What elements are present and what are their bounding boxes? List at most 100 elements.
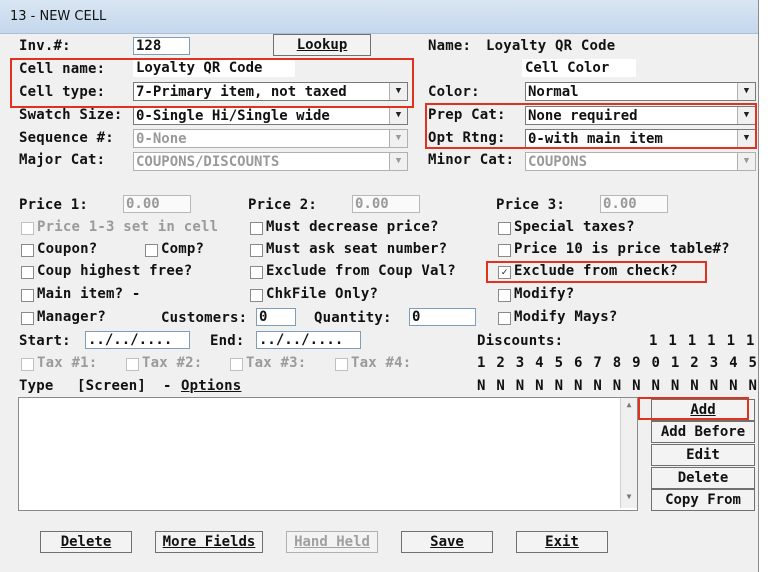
discount-ones-digit: 5 bbox=[554, 355, 563, 371]
tax1-checkbox[interactable] bbox=[21, 358, 34, 371]
cell-type-select[interactable]: 7-Primary item, not taxed ▼ bbox=[133, 82, 408, 101]
discount-ones-digit: 8 bbox=[612, 355, 622, 371]
customers-field[interactable]: 0 bbox=[256, 308, 296, 326]
modify-label: Modify? bbox=[514, 286, 575, 302]
discount-ones-digit: 3 bbox=[709, 355, 719, 371]
discount-flag[interactable]: N bbox=[652, 378, 671, 394]
end-date-field[interactable]: ../../.... bbox=[256, 331, 361, 349]
coupon-checkbox[interactable] bbox=[21, 244, 34, 257]
must-decrease-checkbox[interactable] bbox=[250, 222, 263, 235]
discount-flag[interactable]: N bbox=[613, 378, 632, 394]
list-header-options: Options bbox=[181, 378, 242, 394]
tax3-checkbox[interactable] bbox=[230, 358, 243, 371]
delete-option-button[interactable]: Delete bbox=[651, 467, 755, 489]
inv-number-field[interactable]: 128 bbox=[133, 37, 190, 55]
modify-checkbox[interactable] bbox=[498, 289, 511, 302]
options-list-scrollbar[interactable]: ▲ ▼ bbox=[620, 398, 637, 508]
discount-flag[interactable]: N bbox=[729, 378, 748, 394]
chevron-down-icon: ▼ bbox=[737, 83, 755, 100]
scroll-up-icon[interactable]: ▲ bbox=[621, 400, 637, 414]
prep-cat-select[interactable]: None required ▼ bbox=[525, 106, 756, 125]
chkfile-checkbox[interactable] bbox=[250, 289, 263, 302]
swatch-size-value: 0-Single Hi/Single wide bbox=[136, 108, 330, 124]
discount-tens-digit: 1 bbox=[668, 333, 677, 349]
main-item-checkbox[interactable] bbox=[21, 289, 34, 302]
discount-tens-digit: 1 bbox=[649, 333, 658, 349]
exclude-check-checkbox[interactable]: ✓ bbox=[498, 266, 511, 279]
opt-rtng-select[interactable]: 0-with main item ▼ bbox=[525, 129, 756, 148]
minor-cat-label: Minor Cat: bbox=[428, 152, 515, 168]
discount-flag[interactable]: N bbox=[574, 378, 593, 394]
tax2-label: Tax #2: bbox=[142, 355, 203, 371]
swatch-size-select[interactable]: 0-Single Hi/Single wide ▼ bbox=[133, 106, 408, 125]
background-strip bbox=[759, 0, 768, 572]
coup-highest-label: Coup highest free? bbox=[37, 263, 193, 279]
must-ask-seat-checkbox[interactable] bbox=[250, 244, 263, 257]
exclude-coup-checkbox[interactable] bbox=[250, 266, 263, 279]
end-label: End: bbox=[210, 333, 245, 349]
discount-flag[interactable]: N bbox=[477, 378, 496, 394]
discount-flag[interactable]: N bbox=[593, 378, 612, 394]
sequence-value: 0-None bbox=[136, 131, 187, 147]
list-header-type: Type bbox=[19, 378, 54, 394]
cell-color-field[interactable]: Cell Color bbox=[522, 59, 636, 77]
discount-flag[interactable]: N bbox=[632, 378, 651, 394]
hand-held-button[interactable]: Hand Held bbox=[286, 531, 378, 553]
minor-cat-value: COUPONS bbox=[528, 154, 588, 170]
price1-field[interactable]: 0.00 bbox=[123, 195, 191, 213]
discount-ones-digit: 0 bbox=[651, 355, 660, 371]
discount-flag[interactable]: N bbox=[690, 378, 709, 394]
add-button[interactable]: Add bbox=[651, 399, 755, 421]
special-taxes-checkbox[interactable] bbox=[498, 222, 511, 235]
edit-button[interactable]: Edit bbox=[651, 444, 755, 466]
must-decrease-label: Must decrease price? bbox=[266, 219, 439, 235]
color-select[interactable]: Normal ▼ bbox=[525, 82, 756, 101]
price2-field[interactable]: 0.00 bbox=[352, 195, 420, 213]
major-cat-select[interactable]: COUPONS/DISCOUNTS ▼ bbox=[133, 152, 408, 171]
save-button[interactable]: Save bbox=[401, 531, 493, 553]
more-fields-button[interactable]: More Fields bbox=[155, 531, 263, 553]
discount-ones-digit: 9 bbox=[632, 355, 641, 371]
prep-cat-label: Prep Cat: bbox=[428, 107, 506, 123]
exit-button[interactable]: Exit bbox=[516, 531, 608, 553]
chevron-down-icon: ▼ bbox=[737, 153, 755, 170]
discount-flag[interactable]: N bbox=[555, 378, 574, 394]
coupon-label: Coupon? bbox=[37, 241, 98, 257]
copy-from-button[interactable]: Copy From bbox=[651, 489, 755, 511]
discount-ones-digit: 3 bbox=[515, 355, 525, 371]
discount-flag[interactable]: N bbox=[496, 378, 515, 394]
modify-mays-checkbox[interactable] bbox=[498, 312, 511, 325]
chevron-down-icon: ▼ bbox=[737, 130, 755, 147]
sequence-select[interactable]: 0-None ▼ bbox=[133, 129, 408, 148]
discount-flags-row: NNNNNNNNNNNNNNN bbox=[477, 378, 768, 394]
start-date-field[interactable]: ../../.... bbox=[85, 331, 190, 349]
color-value: Normal bbox=[528, 84, 579, 100]
main-item-label: Main item? - bbox=[37, 286, 141, 302]
manager-checkbox[interactable] bbox=[21, 312, 34, 325]
cell-name-field[interactable]: Loyalty QR Code bbox=[133, 59, 295, 77]
add-before-button[interactable]: Add Before bbox=[651, 421, 755, 443]
tax4-checkbox[interactable] bbox=[335, 358, 348, 371]
discount-flag[interactable]: N bbox=[535, 378, 554, 394]
price10-label: Price 10 is price table#? bbox=[514, 241, 730, 257]
minor-cat-select[interactable]: COUPONS ▼ bbox=[525, 152, 756, 171]
tax2-checkbox[interactable] bbox=[126, 358, 139, 371]
price10-checkbox[interactable] bbox=[498, 244, 511, 257]
options-list[interactable]: ▲ ▼ bbox=[18, 397, 638, 511]
discount-flag[interactable]: N bbox=[671, 378, 690, 394]
price-set-checkbox[interactable] bbox=[21, 222, 34, 235]
discount-flag[interactable]: N bbox=[710, 378, 729, 394]
chevron-down-icon: ▼ bbox=[389, 130, 407, 147]
discount-flag[interactable]: N bbox=[516, 378, 535, 394]
price-set-label: Price 1-3 set in cell bbox=[37, 219, 219, 235]
cell-type-label: Cell type: bbox=[19, 84, 106, 100]
comp-checkbox[interactable] bbox=[145, 244, 158, 257]
scroll-down-icon[interactable]: ▼ bbox=[621, 492, 637, 506]
discount-ones-digit: 6 bbox=[573, 355, 583, 371]
coup-highest-checkbox[interactable] bbox=[21, 266, 34, 279]
start-label: Start: bbox=[19, 333, 71, 349]
delete-button[interactable]: Delete bbox=[40, 531, 132, 553]
price3-field[interactable]: 0.00 bbox=[600, 195, 668, 213]
quantity-field[interactable]: 0 bbox=[409, 308, 476, 326]
lookup-button[interactable]: Lookup bbox=[273, 34, 371, 56]
